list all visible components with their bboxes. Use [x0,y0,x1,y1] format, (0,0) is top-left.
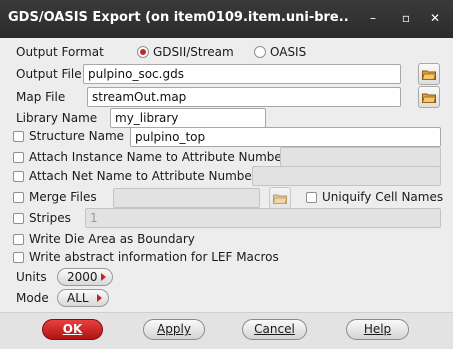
structure-name-label: Structure Name [29,129,125,143]
merge-files-browse-button[interactable] [269,187,291,209]
mode-selector[interactable]: ALL [57,289,109,307]
apply-button[interactable]: Apply [143,319,205,340]
library-name-input[interactable]: my_library [110,108,266,128]
library-name-label: Library Name [16,111,98,125]
output-format-label: Output Format [16,45,104,59]
merge-files-label: Merge Files [29,190,97,204]
gds-export-dialog: GDS/OASIS Export (on item0109.item.uni-b… [0,0,453,349]
window-title: GDS/OASIS Export (on item0109.item.uni-b… [8,10,348,25]
play-arrow-icon [97,294,102,302]
cancel-button[interactable]: Cancel [242,319,307,340]
folder-icon [422,70,436,80]
units-selector[interactable]: 2000 [57,268,113,286]
units-value: 2000 [67,270,98,284]
mode-value: ALL [67,291,89,305]
help-button[interactable]: Help [346,319,409,340]
radio-gdsii-label[interactable]: GDSII/Stream [153,44,234,60]
stripes-checkbox[interactable] [13,213,24,224]
apply-button-label: Apply [157,322,191,336]
map-file-input[interactable]: streamOut.map [87,87,401,107]
attach-instance-checkbox[interactable] [13,152,24,163]
stripes-input[interactable]: 1 [85,208,441,228]
uniquify-checkbox[interactable] [306,192,317,203]
radio-gdsii[interactable] [137,46,149,58]
title-bar[interactable]: GDS/OASIS Export (on item0109.item.uni-b… [0,0,453,38]
ok-button[interactable]: OK [42,319,103,340]
map-file-browse-button[interactable] [418,86,440,108]
merge-files-input[interactable] [113,188,260,208]
write-die-area-checkbox[interactable] [13,234,24,245]
structure-name-checkbox[interactable] [13,131,24,142]
structure-name-input[interactable]: pulpino_top [130,127,441,147]
mode-label: Mode [16,291,49,305]
attach-net-checkbox[interactable] [13,171,24,182]
attach-instance-label: Attach Instance Name to Attribute Number [29,150,287,164]
close-icon[interactable]: ✕ [426,9,444,27]
output-file-label: Output File [16,67,82,81]
stripes-label: Stripes [29,211,71,225]
help-button-label: Help [363,322,392,336]
write-abstract-checkbox[interactable] [13,252,24,263]
radio-oasis-label[interactable]: OASIS [270,44,306,60]
maximize-icon[interactable]: ▫ [397,9,415,27]
folder-icon [273,194,287,204]
write-die-area-label: Write Die Area as Boundary [29,232,195,246]
cancel-button-label: Cancel [254,322,295,336]
play-arrow-icon [101,273,106,281]
merge-files-checkbox[interactable] [13,192,24,203]
units-label: Units [16,270,47,284]
attach-net-label: Attach Net Name to Attribute Number [29,169,257,183]
output-file-input[interactable]: pulpino_soc.gds [83,64,401,84]
folder-icon [422,93,436,103]
attach-net-input[interactable] [252,166,441,186]
attach-instance-input[interactable] [280,147,441,167]
minimize-icon[interactable]: – [364,9,382,27]
radio-oasis[interactable] [254,46,266,58]
map-file-label: Map File [16,90,66,104]
ok-button-label: OK [62,322,83,336]
output-file-browse-button[interactable] [418,63,440,85]
write-abstract-label: Write abstract information for LEF Macro… [29,250,279,264]
uniquify-label: Uniquify Cell Names [322,190,444,204]
